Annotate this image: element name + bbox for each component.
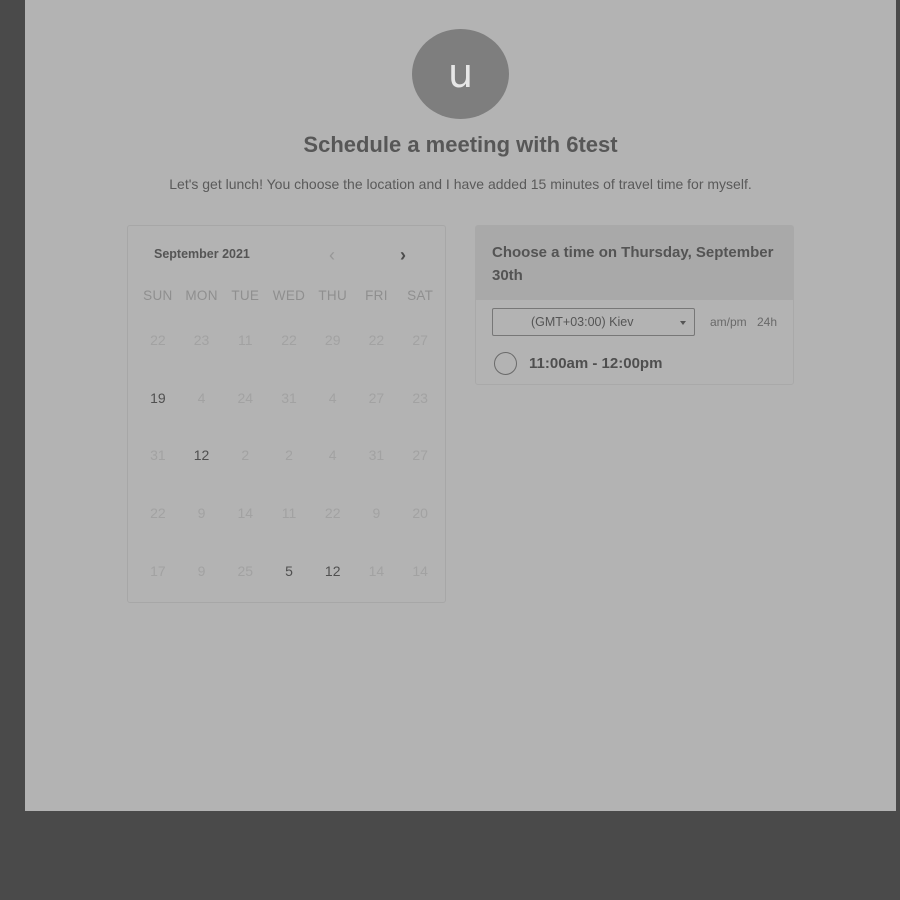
calendar-day: 22 bbox=[368, 332, 385, 348]
calendar-day: 9 bbox=[197, 505, 206, 522]
calendar-day-available[interactable]: 12 bbox=[180, 441, 224, 499]
calendar-day: 27 bbox=[412, 447, 428, 464]
chevron-right-icon[interactable]: › bbox=[395, 246, 411, 264]
caret-down-icon bbox=[680, 321, 686, 325]
calendar-month-label: September 2021 bbox=[154, 247, 250, 261]
radio-button[interactable] bbox=[494, 351, 517, 375]
calendar-day: 20 bbox=[412, 505, 428, 522]
calendar-day: 4 bbox=[328, 447, 337, 464]
calendar-day: 11 bbox=[238, 332, 253, 348]
weekday-label: FRI bbox=[365, 288, 388, 303]
calendar-day: 14 bbox=[368, 562, 385, 579]
time-selection-card: Choose a time on Thursday, September 30t… bbox=[475, 225, 794, 385]
calendar-day: 31 bbox=[368, 447, 385, 464]
weekday-label: THU bbox=[318, 288, 348, 303]
calendar-day-available[interactable]: 5 bbox=[267, 557, 311, 615]
calendar-day: 22 bbox=[281, 332, 297, 348]
calendar-day: 24 bbox=[237, 389, 254, 406]
weekday-header: SUN MON TUE WED THU FRI SAT bbox=[136, 288, 442, 303]
timezone-value: (GMT+03:00) Kiev bbox=[531, 315, 634, 329]
calendar-day: 31 bbox=[281, 389, 297, 406]
calendar-day: 14 bbox=[237, 505, 254, 522]
time-panel-heading: Choose a time on Thursday, September 30t… bbox=[476, 226, 793, 300]
calendar-grid: 22 23 11 22 29 22 27 19 4 24 31 4 27 23 31 12 2 2 4 31 27 22 9… bbox=[136, 326, 442, 614]
calendar-day: 25 bbox=[237, 562, 254, 579]
timezone-select[interactable]: (GMT+03:00) Kiev bbox=[492, 308, 695, 336]
avatar: u bbox=[412, 29, 509, 119]
calendar-day: 22 bbox=[150, 332, 166, 348]
weekday-label: WED bbox=[272, 288, 306, 303]
page-title: Schedule a meeting with 6test bbox=[303, 132, 618, 157]
calendar-day: 14 bbox=[412, 562, 428, 579]
booking-page: u Schedule a meeting with 6test Let's ge… bbox=[25, 0, 896, 811]
calendar-day: 11 bbox=[281, 505, 297, 522]
calendar-day: 31 bbox=[150, 447, 166, 464]
calendar-day: 23 bbox=[412, 389, 428, 406]
calendar-day: 27 bbox=[368, 389, 385, 406]
calendar-day-available[interactable]: 12 bbox=[311, 557, 355, 615]
weekday-label: TUE bbox=[231, 288, 260, 303]
format-ampm-toggle[interactable]: am/pm bbox=[710, 315, 747, 329]
calendar-day: 2 bbox=[285, 447, 293, 464]
calendar-day: 2 bbox=[241, 447, 250, 464]
calendar-day: 27 bbox=[412, 332, 428, 348]
calendar-card: September 2021 ‹ › SUN MON TUE WED THU FRI SAT… bbox=[127, 225, 446, 603]
time-slot-label: 11:00am - 12:00pm bbox=[529, 354, 663, 372]
calendar-day: 23 bbox=[193, 332, 210, 348]
weekday-label: SUN bbox=[143, 288, 173, 303]
weekday-label: SAT bbox=[407, 288, 434, 303]
calendar-day: 9 bbox=[372, 505, 381, 522]
calendar-day: 9 bbox=[197, 562, 206, 579]
time-slot-option[interactable]: 11:00am - 12:00pm bbox=[494, 351, 662, 375]
calendar-day: 4 bbox=[197, 389, 206, 406]
calendar-day: 22 bbox=[150, 505, 166, 522]
format-24h-toggle[interactable]: 24h bbox=[757, 315, 777, 329]
calendar-day: 17 bbox=[150, 562, 166, 579]
calendar-day: 4 bbox=[328, 389, 337, 406]
page-description: Let's get lunch! You choose the location… bbox=[169, 176, 752, 192]
calendar-day: 29 bbox=[324, 332, 341, 348]
weekday-label: MON bbox=[185, 288, 218, 303]
chevron-left-icon[interactable]: ‹ bbox=[324, 246, 340, 264]
calendar-day-available[interactable]: 19 bbox=[136, 384, 180, 442]
calendar-day: 22 bbox=[324, 505, 341, 522]
